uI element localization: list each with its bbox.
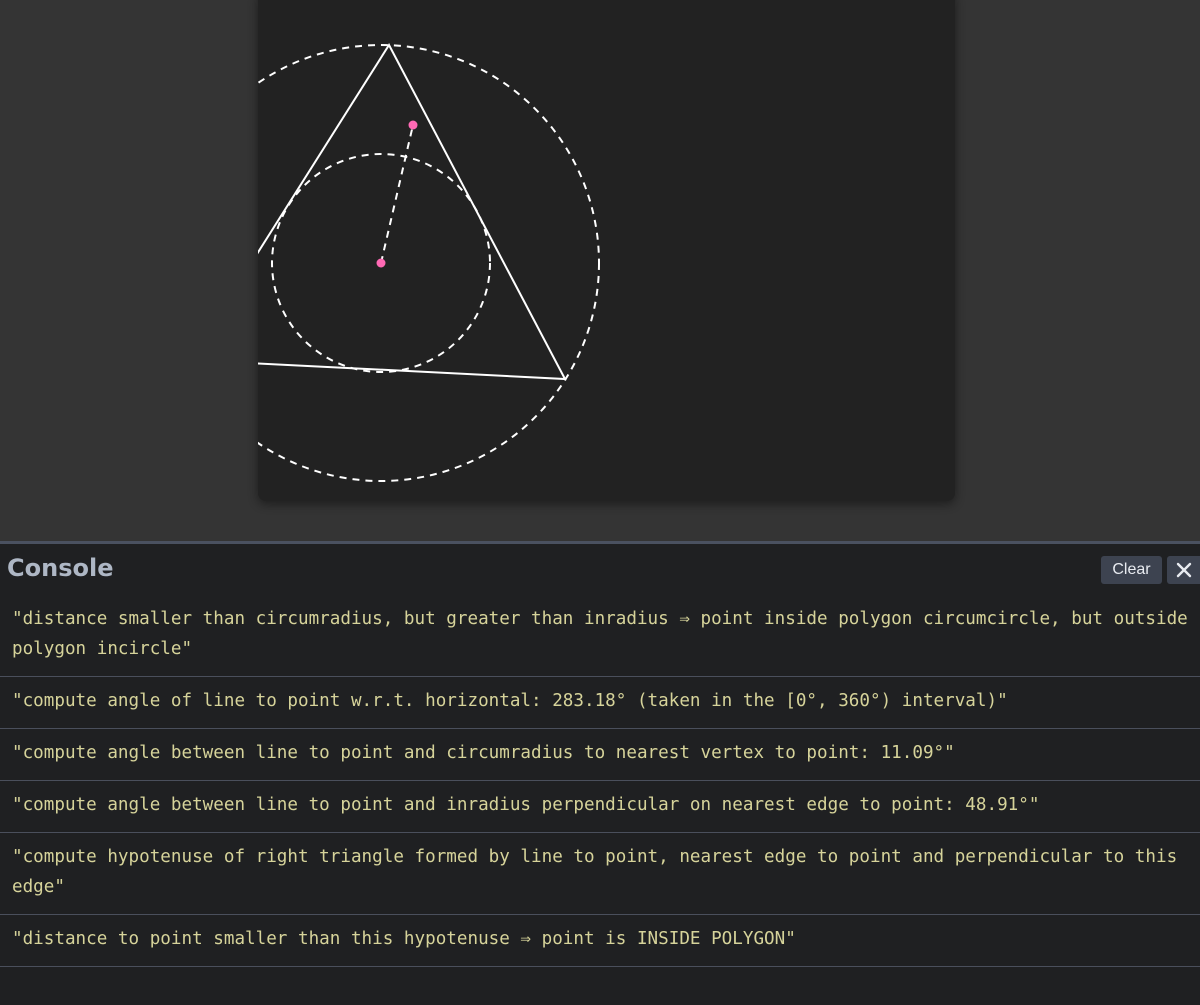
console-message: "compute angle between line to point and… (0, 729, 1200, 781)
console-header: Console Clear (0, 544, 1200, 595)
console-message: "compute hypotenuse of right triangle fo… (0, 833, 1200, 915)
console-message: "distance to point smaller than this hyp… (0, 915, 1200, 967)
console-message: "compute angle of line to point w.r.t. h… (0, 677, 1200, 729)
console-log: "distance smaller than circumradius, but… (0, 595, 1200, 967)
close-console-button[interactable] (1167, 556, 1200, 584)
geometry-drawing (258, 43, 600, 482)
console-title: Console (7, 554, 114, 582)
geometry-canvas[interactable] (258, 0, 955, 501)
query-point[interactable] (408, 120, 418, 130)
console-message: "distance smaller than circumradius, but… (0, 595, 1200, 677)
console-panel: Console Clear "distance smaller than cir… (0, 541, 1200, 1005)
close-icon (1176, 562, 1192, 578)
clear-button[interactable]: Clear (1101, 556, 1162, 584)
line-to-point (380, 124, 414, 264)
circumcircle (258, 44, 600, 482)
polygon-center-point (376, 258, 386, 268)
demo-stage (0, 0, 1200, 541)
console-message: "compute angle between line to point and… (0, 781, 1200, 833)
